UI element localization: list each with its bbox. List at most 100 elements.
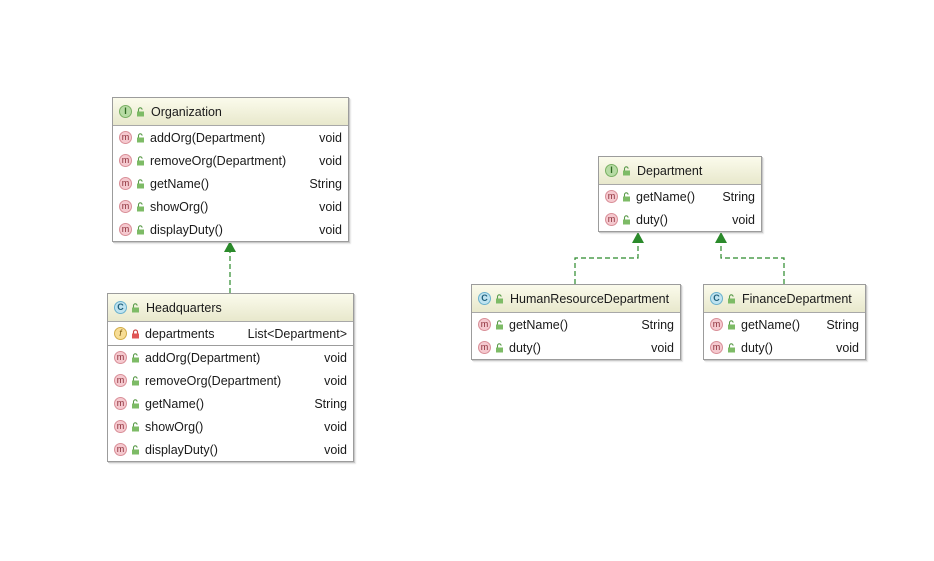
method-name: getName() <box>741 317 801 332</box>
public-unlock-icon <box>136 155 145 166</box>
method-name: showOrg() <box>150 199 209 214</box>
method-row[interactable]: m duty() void <box>472 336 680 359</box>
public-unlock-icon <box>131 375 140 386</box>
department-header[interactable]: I Department <box>599 157 761 185</box>
public-unlock-icon <box>622 191 631 202</box>
method-row[interactable]: m duty() void <box>704 336 865 359</box>
method-type: void <box>324 442 347 457</box>
method-type: String <box>826 317 859 332</box>
public-unlock-icon <box>131 421 140 432</box>
method-name: getName() <box>150 176 210 191</box>
arrow-head <box>632 232 644 243</box>
uml-diagram-canvas: I Organization m addOrg(Department) void m rem… <box>0 0 934 561</box>
method-type: void <box>319 222 342 237</box>
arrow-line <box>720 242 785 284</box>
interface-icon: I <box>119 105 132 118</box>
method-icon: m <box>114 351 127 364</box>
finance-department-header[interactable]: C FinanceDepartment <box>704 285 865 313</box>
public-unlock-icon <box>136 224 145 235</box>
public-unlock-icon <box>136 132 145 143</box>
human-resource-department-header[interactable]: C HumanResourceDepartment <box>472 285 680 313</box>
interface-icon: I <box>605 164 618 177</box>
class-icon: C <box>114 301 127 314</box>
method-icon: m <box>114 374 127 387</box>
headquarters-header[interactable]: C Headquarters <box>108 294 353 322</box>
human-resource-department-title: HumanResourceDepartment <box>510 291 670 306</box>
method-row[interactable]: m addOrg(Department) void <box>113 126 348 149</box>
method-row[interactable]: m displayDuty() void <box>113 218 348 241</box>
method-row[interactable]: m addOrg(Department) void <box>108 346 353 369</box>
method-row[interactable]: m showOrg() void <box>113 195 348 218</box>
field-icon: f <box>114 327 127 340</box>
method-row[interactable]: m getName() String <box>599 185 761 208</box>
method-row[interactable]: m displayDuty() void <box>108 438 353 461</box>
method-row[interactable]: m duty() void <box>599 208 761 231</box>
human-resource-department-class-box[interactable]: C HumanResourceDepartment m getName() String… <box>471 284 681 360</box>
method-icon: m <box>710 318 723 331</box>
public-unlock-icon <box>495 342 504 353</box>
organization-interface-box[interactable]: I Organization m addOrg(Department) void m rem… <box>112 97 349 242</box>
headquarters-title: Headquarters <box>146 300 222 315</box>
public-unlock-icon <box>495 319 504 330</box>
human-resource-department-methods-section: m getName() String m duty() void <box>472 313 680 359</box>
class-icon: C <box>710 292 723 305</box>
method-name: showOrg() <box>145 419 204 434</box>
method-icon: m <box>114 397 127 410</box>
method-type: void <box>836 340 859 355</box>
method-type: void <box>732 212 755 227</box>
headquarters-class-box[interactable]: C Headquarters f departments List<Department… <box>107 293 354 462</box>
method-name: duty() <box>741 340 773 355</box>
method-row[interactable]: m removeOrg(Department) void <box>108 369 353 392</box>
finance-department-title: FinanceDepartment <box>742 291 852 306</box>
finance-department-class-box[interactable]: C FinanceDepartment m getName() String m duty(… <box>703 284 866 360</box>
public-unlock-icon <box>727 293 736 304</box>
private-lock-icon <box>131 328 140 339</box>
field-row[interactable]: f departments List<Department> <box>108 322 353 345</box>
method-name: displayDuty() <box>150 222 223 237</box>
method-icon: m <box>119 154 132 167</box>
method-row[interactable]: m getName() String <box>472 313 680 336</box>
method-type: String <box>314 396 347 411</box>
method-icon: m <box>119 200 132 213</box>
public-unlock-icon <box>131 398 140 409</box>
field-name: departments <box>145 326 215 341</box>
field-type: List<Department> <box>247 326 347 341</box>
method-name: getName() <box>636 189 696 204</box>
method-row[interactable]: m getName() String <box>108 392 353 415</box>
method-row[interactable]: m getName() String <box>704 313 865 336</box>
method-row[interactable]: m getName() String <box>113 172 348 195</box>
method-row[interactable]: m showOrg() void <box>108 415 353 438</box>
implements-arrow-human-resource-department-to-department <box>574 232 644 284</box>
method-type: void <box>319 153 342 168</box>
method-icon: m <box>710 341 723 354</box>
department-interface-box[interactable]: I Department m getName() String m duty() void <box>598 156 762 232</box>
headquarters-methods-section: m addOrg(Department) void m removeOrg(Depart… <box>108 346 353 461</box>
method-name: duty() <box>636 212 668 227</box>
method-row[interactable]: m removeOrg(Department) void <box>113 149 348 172</box>
organization-title: Organization <box>151 104 222 119</box>
method-name: getName() <box>145 396 205 411</box>
method-icon: m <box>605 213 618 226</box>
implements-arrow-finance-department-to-department <box>715 232 785 284</box>
method-type: void <box>324 373 347 388</box>
method-icon: m <box>119 131 132 144</box>
method-icon: m <box>114 420 127 433</box>
organization-header[interactable]: I Organization <box>113 98 348 126</box>
method-type: String <box>722 189 755 204</box>
public-unlock-icon <box>727 319 736 330</box>
method-name: addOrg(Department) <box>150 130 266 145</box>
method-icon: m <box>119 223 132 236</box>
arrow-head <box>224 241 236 252</box>
method-icon: m <box>605 190 618 203</box>
method-type: void <box>651 340 674 355</box>
method-icon: m <box>114 443 127 456</box>
method-icon: m <box>478 318 491 331</box>
relation-arrows <box>224 232 785 293</box>
implements-arrow-headquarters-to-organization <box>224 241 236 293</box>
department-methods-section: m getName() String m duty() void <box>599 185 761 231</box>
public-unlock-icon <box>131 352 140 363</box>
arrow-line <box>574 242 639 284</box>
public-unlock-icon <box>622 214 631 225</box>
method-name: removeOrg(Department) <box>145 373 282 388</box>
method-name: duty() <box>509 340 541 355</box>
